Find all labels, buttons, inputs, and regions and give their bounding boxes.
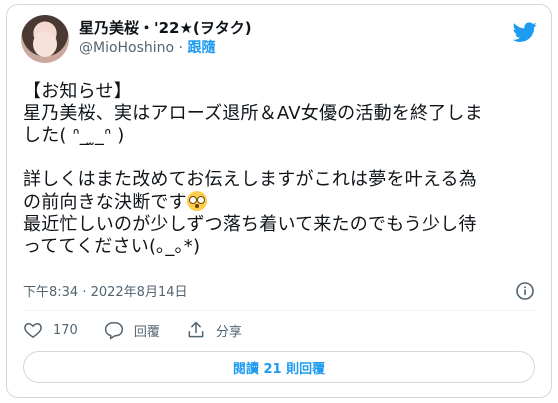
handle-row: @MioHoshino · 跟隨 — [79, 38, 252, 58]
tweet-line: 星乃美桜、実はアローズ退所＆AV女優の活動を終了しま — [23, 103, 483, 124]
reply-label: 回覆 — [133, 324, 160, 340]
tweet-header: 星乃美桜・'22★(ヲタク) @MioHoshino · 跟隨 — [21, 15, 537, 63]
reply-action[interactable]: 回覆 — [104, 320, 160, 340]
display-name[interactable]: 星乃美桜・'22★(ヲタク) — [79, 18, 252, 38]
share-icon — [188, 321, 204, 338]
author-block: 星乃美桜・'22★(ヲタク) @MioHoshino · 跟隨 — [79, 18, 252, 58]
read-replies-button[interactable]: 閱讀 21 則回覆 — [23, 351, 535, 383]
flushed-face-emoji — [186, 191, 207, 211]
tweet-line: 詳しくはまた改めてお伝えしますがこれは夢を叶える為 — [23, 169, 477, 190]
handle-separator: · — [174, 40, 188, 56]
tweet-line: 【お知らせ】 — [23, 81, 132, 102]
tweet-card[interactable]: 星乃美桜・'22★(ヲタク) @MioHoshino · 跟隨 【お知らせ】 星乃… — [6, 4, 552, 398]
share-label: 分享 — [215, 324, 242, 340]
avatar[interactable] — [21, 15, 69, 63]
timestamp[interactable]: 下午8:34 · 2022年8月14日 — [23, 285, 188, 300]
twitter-bird-icon[interactable] — [513, 19, 537, 43]
tweet-line: 最近忙しいのが少しずつ落ち着いて来たのでもう少し待 — [23, 214, 477, 235]
handle[interactable]: @MioHoshino — [79, 40, 174, 56]
tweet-line: した( ᐢ_ ̫_ᐢ ) — [23, 125, 125, 146]
meta-row: 下午8:34 · 2022年8月14日 — [23, 281, 535, 301]
action-bar: 170 回覆 分享 — [23, 319, 268, 341]
tweet-line: の前向きな決断です — [23, 191, 543, 214]
reply-icon — [104, 322, 123, 340]
tweet-line — [23, 147, 543, 169]
divider — [23, 310, 535, 311]
tweet-line-text: の前向きな決断です — [23, 192, 187, 213]
like-action[interactable]: 170 — [23, 320, 78, 340]
follow-link[interactable]: 跟隨 — [187, 40, 215, 56]
like-count: 170 — [53, 322, 78, 338]
tweet-line: っててください(｡_｡*) — [23, 236, 201, 257]
heart-icon — [24, 322, 42, 338]
info-icon[interactable] — [515, 281, 535, 301]
tweet-text: 【お知らせ】 星乃美桜、実はアローズ退所＆AV女優の活動を終了しま した( ᐢ_ ̫… — [23, 81, 543, 258]
share-action[interactable]: 分享 — [186, 320, 242, 340]
